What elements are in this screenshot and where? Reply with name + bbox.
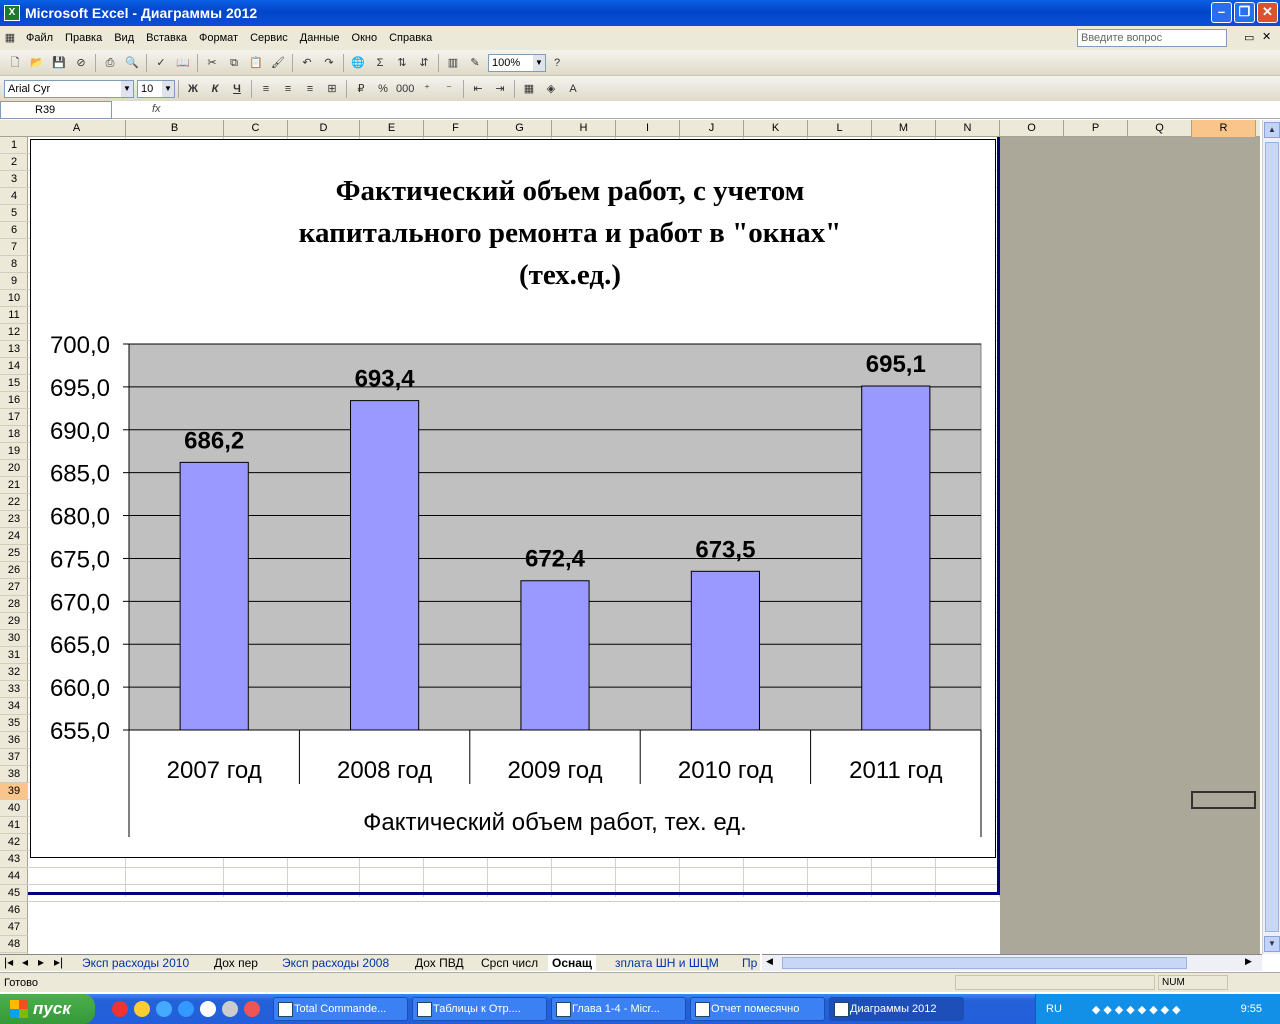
col-header-R[interactable]: R xyxy=(1192,120,1256,137)
last-sheet-icon[interactable]: ▸| xyxy=(54,955,63,969)
bar-2009 год xyxy=(520,580,590,731)
scroll-down-icon[interactable]: ▼ xyxy=(1264,936,1280,952)
hscroll-thumb[interactable] xyxy=(782,957,1187,969)
media-icon[interactable] xyxy=(200,1001,216,1017)
data-label: 695,1 xyxy=(866,351,926,378)
status-text: Готово xyxy=(4,976,38,989)
ie-icon[interactable] xyxy=(156,1001,172,1017)
task-tablicy[interactable]: Таблицы к Отр.... xyxy=(412,997,547,1021)
minimize-button[interactable]: – xyxy=(1211,2,1232,23)
tab-dox-pvd[interactable]: Дох ПВД xyxy=(411,955,468,972)
scroll-right-icon[interactable]: ▶ xyxy=(1245,956,1252,967)
bar-2008 год xyxy=(350,400,420,731)
x-axis-title: Фактический объем работ, тех. ед. xyxy=(363,809,747,836)
task-diagrammy[interactable]: Диаграммы 2012 xyxy=(829,997,964,1021)
col-header-Q[interactable]: Q xyxy=(1128,120,1192,137)
scroll-left-icon[interactable]: ◀ xyxy=(766,956,773,967)
col-header-O[interactable]: O xyxy=(1000,120,1064,137)
task-total-commander[interactable]: Total Commande... xyxy=(273,997,408,1021)
doc-restore-icon[interactable]: ▭ xyxy=(1244,31,1254,44)
status-box xyxy=(955,975,1155,990)
ask-question-input[interactable]: Введите вопрос xyxy=(1077,29,1227,47)
y-tick-label: 695,0 xyxy=(50,375,110,402)
tab-exp-2010[interactable]: Эксп расходы 2010 xyxy=(78,955,193,972)
opera-icon[interactable] xyxy=(112,1001,128,1017)
x-tick-label: 2010 год xyxy=(678,757,773,784)
row-header-48[interactable]: 48 xyxy=(0,936,28,953)
task-glava[interactable]: Глава 1-4 - Micr... xyxy=(551,997,686,1021)
sheet-tabs: |◂ ◂ ▸ ▸| Эксп расходы 2010 Дох пер Эксп… xyxy=(0,954,761,972)
tab-dox-per[interactable]: Дох пер xyxy=(210,955,262,972)
tab-srsp[interactable]: Срсп числ xyxy=(477,955,542,972)
language-indicator[interactable]: RU xyxy=(1046,1003,1062,1015)
disk-icon[interactable] xyxy=(222,1001,238,1017)
start-label: пуск xyxy=(33,999,71,1018)
data-label: 686,2 xyxy=(184,427,244,454)
row-header-44[interactable]: 44 xyxy=(0,868,28,885)
row-header-45[interactable]: 45 xyxy=(0,885,28,902)
y-tick-label: 700,0 xyxy=(50,332,110,359)
status-bar: Готово NUM xyxy=(0,972,1280,992)
data-label: 673,5 xyxy=(695,536,755,563)
prev-sheet-icon[interactable]: ◂ xyxy=(22,955,28,969)
col-header-P[interactable]: P xyxy=(1064,120,1128,137)
close-button[interactable]: ✕ xyxy=(1257,2,1278,23)
tab-exp-2008[interactable]: Эксп расходы 2008 xyxy=(278,955,393,972)
x-tick-label: 2008 год xyxy=(337,757,432,784)
data-label: 672,4 xyxy=(525,546,586,573)
row-header-46[interactable]: 46 xyxy=(0,902,28,919)
y-tick-label: 655,0 xyxy=(50,718,110,745)
start-button[interactable]: пуск xyxy=(0,994,95,1024)
vertical-scrollbar[interactable]: ▲ ▼ xyxy=(1262,120,1280,954)
browser-icon[interactable] xyxy=(178,1001,194,1017)
bar-2010 год xyxy=(690,570,760,731)
num-indicator: NUM xyxy=(1158,975,1228,990)
row-header-47[interactable]: 47 xyxy=(0,919,28,936)
app-icon[interactable] xyxy=(244,1001,260,1017)
scroll-up-icon[interactable]: ▲ xyxy=(1264,122,1280,138)
x-tick-label: 2011 год xyxy=(849,757,942,784)
y-tick-label: 685,0 xyxy=(50,461,110,488)
first-sheet-icon[interactable]: |◂ xyxy=(4,955,13,969)
active-cell-r39[interactable] xyxy=(1191,791,1256,809)
bar-chart: 700,0 695,0 690,0 685,0 680,0 675,0 670,0 665,0… xyxy=(50,332,982,837)
data-label: 693,4 xyxy=(355,366,416,393)
y-tick-label: 665,0 xyxy=(50,632,110,659)
taskbar: пуск Total Commande... Таблицы к Отр....… xyxy=(0,994,1280,1024)
quicklaunch-icon[interactable] xyxy=(134,1001,150,1017)
y-tick-label: 660,0 xyxy=(50,675,110,702)
y-tick-label: 680,0 xyxy=(50,504,110,531)
y-tick-label: 670,0 xyxy=(50,589,110,616)
y-tick-label: 690,0 xyxy=(50,418,110,445)
x-tick-label: 2007 год xyxy=(167,757,262,784)
next-sheet-icon[interactable]: ▸ xyxy=(38,955,44,969)
sheet-gray-area xyxy=(1000,137,1260,954)
tab-osnasch[interactable]: Оснащ xyxy=(548,955,597,972)
tab-pr[interactable]: Пр xyxy=(738,955,761,972)
doc-close-icon[interactable]: ✕ xyxy=(1262,30,1271,43)
system-tray: RU ◆◆◆◆◆◆◆◆ 9:55 xyxy=(1035,994,1280,1024)
bar-2007 год xyxy=(179,461,249,731)
bar-2011 год xyxy=(861,385,931,731)
x-tick-label: 2009 год xyxy=(507,757,602,784)
scroll-thumb[interactable] xyxy=(1265,142,1279,932)
horizontal-scrollbar[interactable]: ◀ ▶ xyxy=(762,954,1262,971)
task-otchet[interactable]: Отчет помесячно xyxy=(690,997,825,1021)
tab-zplata[interactable]: зплата ШН и ШЦМ xyxy=(611,955,723,972)
maximize-button[interactable]: ❐ xyxy=(1234,2,1255,23)
clock: 9:55 xyxy=(1240,1003,1262,1015)
tray-icons[interactable]: ◆◆◆◆◆◆◆◆ xyxy=(1092,1003,1184,1016)
windows-flag-icon xyxy=(10,1000,28,1018)
y-tick-label: 675,0 xyxy=(50,546,110,573)
